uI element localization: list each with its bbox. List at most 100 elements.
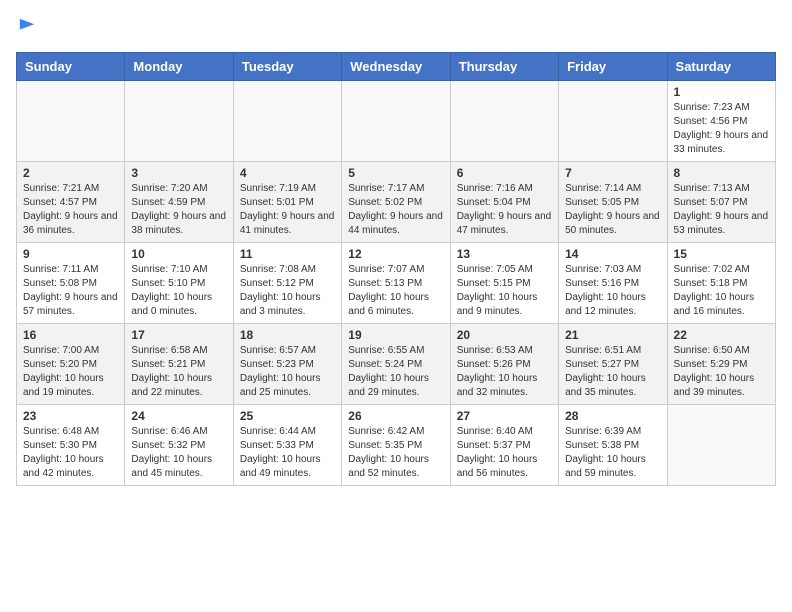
day-info: Sunrise: 7:14 AM Sunset: 5:05 PM Dayligh… bbox=[565, 182, 660, 238]
day-info: Sunrise: 6:44 AM Sunset: 5:33 PM Dayligh… bbox=[240, 425, 335, 481]
calendar-cell: 16 Sunrise: 7:00 AM Sunset: 5:20 PM Dayli… bbox=[17, 324, 125, 405]
calendar-cell: 22 Sunrise: 6:50 AM Sunset: 5:29 PM Dayli… bbox=[667, 324, 775, 405]
calendar-cell: 6 Sunrise: 7:16 AM Sunset: 5:04 PM Daylig… bbox=[450, 162, 558, 243]
day-number: 3 bbox=[131, 166, 226, 180]
day-info: Sunrise: 7:10 AM Sunset: 5:10 PM Dayligh… bbox=[131, 263, 226, 319]
day-number: 19 bbox=[348, 328, 443, 342]
calendar-cell: 14 Sunrise: 7:03 AM Sunset: 5:16 PM Dayli… bbox=[559, 243, 667, 324]
day-number: 16 bbox=[23, 328, 118, 342]
calendar-cell bbox=[450, 81, 558, 162]
day-number: 22 bbox=[674, 328, 769, 342]
day-info: Sunrise: 7:17 AM Sunset: 5:02 PM Dayligh… bbox=[348, 182, 443, 238]
day-number: 21 bbox=[565, 328, 660, 342]
calendar-cell: 21 Sunrise: 6:51 AM Sunset: 5:27 PM Dayli… bbox=[559, 324, 667, 405]
day-info: Sunrise: 7:03 AM Sunset: 5:16 PM Dayligh… bbox=[565, 263, 660, 319]
calendar-cell: 28 Sunrise: 6:39 AM Sunset: 5:38 PM Dayli… bbox=[559, 405, 667, 486]
calendar-cell: 18 Sunrise: 6:57 AM Sunset: 5:23 PM Dayli… bbox=[233, 324, 341, 405]
calendar-cell bbox=[125, 81, 233, 162]
day-info: Sunrise: 7:05 AM Sunset: 5:15 PM Dayligh… bbox=[457, 263, 552, 319]
calendar-cell bbox=[342, 81, 450, 162]
day-info: Sunrise: 7:11 AM Sunset: 5:08 PM Dayligh… bbox=[23, 263, 118, 319]
day-number: 20 bbox=[457, 328, 552, 342]
day-number: 25 bbox=[240, 409, 335, 423]
day-info: Sunrise: 7:21 AM Sunset: 4:57 PM Dayligh… bbox=[23, 182, 118, 238]
calendar-cell: 19 Sunrise: 6:55 AM Sunset: 5:24 PM Dayli… bbox=[342, 324, 450, 405]
day-info: Sunrise: 6:51 AM Sunset: 5:27 PM Dayligh… bbox=[565, 344, 660, 400]
calendar-cell bbox=[17, 81, 125, 162]
calendar-cell: 9 Sunrise: 7:11 AM Sunset: 5:08 PM Daylig… bbox=[17, 243, 125, 324]
day-number: 2 bbox=[23, 166, 118, 180]
calendar-cell: 4 Sunrise: 7:19 AM Sunset: 5:01 PM Daylig… bbox=[233, 162, 341, 243]
weekday-header-saturday: Saturday bbox=[667, 53, 775, 81]
day-info: Sunrise: 7:00 AM Sunset: 5:20 PM Dayligh… bbox=[23, 344, 118, 400]
day-info: Sunrise: 7:13 AM Sunset: 5:07 PM Dayligh… bbox=[674, 182, 769, 238]
day-info: Sunrise: 6:53 AM Sunset: 5:26 PM Dayligh… bbox=[457, 344, 552, 400]
calendar-cell: 8 Sunrise: 7:13 AM Sunset: 5:07 PM Daylig… bbox=[667, 162, 775, 243]
day-number: 11 bbox=[240, 247, 335, 261]
weekday-header-tuesday: Tuesday bbox=[233, 53, 341, 81]
day-number: 14 bbox=[565, 247, 660, 261]
calendar-cell: 23Sunrise: 6:48 AM Sunset: 5:30 PM Dayli… bbox=[17, 405, 125, 486]
day-number: 13 bbox=[457, 247, 552, 261]
day-number: 12 bbox=[348, 247, 443, 261]
calendar-cell: 12 Sunrise: 7:07 AM Sunset: 5:13 PM Dayli… bbox=[342, 243, 450, 324]
page-header bbox=[16, 16, 776, 40]
day-number: 6 bbox=[457, 166, 552, 180]
weekday-header-wednesday: Wednesday bbox=[342, 53, 450, 81]
calendar-cell bbox=[559, 81, 667, 162]
day-number: 8 bbox=[674, 166, 769, 180]
calendar-cell: 15 Sunrise: 7:02 AM Sunset: 5:18 PM Dayli… bbox=[667, 243, 775, 324]
day-number: 9 bbox=[23, 247, 118, 261]
day-number: 4 bbox=[240, 166, 335, 180]
calendar-cell: 2 Sunrise: 7:21 AM Sunset: 4:57 PM Daylig… bbox=[17, 162, 125, 243]
logo-flag-icon bbox=[18, 17, 36, 35]
day-info: Sunrise: 6:39 AM Sunset: 5:38 PM Dayligh… bbox=[565, 425, 660, 481]
day-number: 1 bbox=[674, 85, 769, 99]
day-number: 15 bbox=[674, 247, 769, 261]
day-number: 26 bbox=[348, 409, 443, 423]
logo bbox=[16, 16, 36, 40]
day-info: Sunrise: 6:58 AM Sunset: 5:21 PM Dayligh… bbox=[131, 344, 226, 400]
weekday-header-thursday: Thursday bbox=[450, 53, 558, 81]
day-info: Sunrise: 6:42 AM Sunset: 5:35 PM Dayligh… bbox=[348, 425, 443, 481]
day-info: Sunrise: 6:55 AM Sunset: 5:24 PM Dayligh… bbox=[348, 344, 443, 400]
weekday-header-sunday: Sunday bbox=[17, 53, 125, 81]
day-number: 24 bbox=[131, 409, 226, 423]
day-number: 27 bbox=[457, 409, 552, 423]
day-info: Sunrise: 7:07 AM Sunset: 5:13 PM Dayligh… bbox=[348, 263, 443, 319]
day-info: Sunrise: 7:20 AM Sunset: 4:59 PM Dayligh… bbox=[131, 182, 226, 238]
day-info: Sunrise: 7:08 AM Sunset: 5:12 PM Dayligh… bbox=[240, 263, 335, 319]
day-number: 28 bbox=[565, 409, 660, 423]
day-info: Sunrise: 7:19 AM Sunset: 5:01 PM Dayligh… bbox=[240, 182, 335, 238]
weekday-header-monday: Monday bbox=[125, 53, 233, 81]
calendar-week-5: 23Sunrise: 6:48 AM Sunset: 5:30 PM Dayli… bbox=[17, 405, 776, 486]
calendar-week-4: 16 Sunrise: 7:00 AM Sunset: 5:20 PM Dayli… bbox=[17, 324, 776, 405]
calendar-cell: 3 Sunrise: 7:20 AM Sunset: 4:59 PM Daylig… bbox=[125, 162, 233, 243]
day-info: Sunrise: 6:57 AM Sunset: 5:23 PM Dayligh… bbox=[240, 344, 335, 400]
calendar-cell: 25 Sunrise: 6:44 AM Sunset: 5:33 PM Dayli… bbox=[233, 405, 341, 486]
day-info: Sunrise: 6:50 AM Sunset: 5:29 PM Dayligh… bbox=[674, 344, 769, 400]
calendar-cell: 7 Sunrise: 7:14 AM Sunset: 5:05 PM Daylig… bbox=[559, 162, 667, 243]
day-number: 23 bbox=[23, 409, 118, 423]
calendar-week-1: 1 Sunrise: 7:23 AM Sunset: 4:56 PM Daylig… bbox=[17, 81, 776, 162]
day-number: 10 bbox=[131, 247, 226, 261]
day-info: Sunrise: 7:02 AM Sunset: 5:18 PM Dayligh… bbox=[674, 263, 769, 319]
calendar-cell: 1 Sunrise: 7:23 AM Sunset: 4:56 PM Daylig… bbox=[667, 81, 775, 162]
calendar-cell: 20 Sunrise: 6:53 AM Sunset: 5:26 PM Dayli… bbox=[450, 324, 558, 405]
calendar-cell: 13 Sunrise: 7:05 AM Sunset: 5:15 PM Dayli… bbox=[450, 243, 558, 324]
calendar-cell: 27 Sunrise: 6:40 AM Sunset: 5:37 PM Dayli… bbox=[450, 405, 558, 486]
calendar-week-2: 2 Sunrise: 7:21 AM Sunset: 4:57 PM Daylig… bbox=[17, 162, 776, 243]
day-info: Sunrise: 6:46 AM Sunset: 5:32 PM Dayligh… bbox=[131, 425, 226, 481]
day-number: 18 bbox=[240, 328, 335, 342]
day-info: Sunrise: 6:40 AM Sunset: 5:37 PM Dayligh… bbox=[457, 425, 552, 481]
day-number: 5 bbox=[348, 166, 443, 180]
day-number: 7 bbox=[565, 166, 660, 180]
day-info: Sunrise: 7:16 AM Sunset: 5:04 PM Dayligh… bbox=[457, 182, 552, 238]
calendar-cell bbox=[667, 405, 775, 486]
calendar-cell: 17Sunrise: 6:58 AM Sunset: 5:21 PM Dayli… bbox=[125, 324, 233, 405]
calendar-header-row: SundayMondayTuesdayWednesdayThursdayFrid… bbox=[17, 53, 776, 81]
calendar-week-3: 9 Sunrise: 7:11 AM Sunset: 5:08 PM Daylig… bbox=[17, 243, 776, 324]
calendar-table: SundayMondayTuesdayWednesdayThursdayFrid… bbox=[16, 52, 776, 486]
day-info: Sunrise: 7:23 AM Sunset: 4:56 PM Dayligh… bbox=[674, 101, 769, 157]
calendar-cell: 10 Sunrise: 7:10 AM Sunset: 5:10 PM Dayli… bbox=[125, 243, 233, 324]
